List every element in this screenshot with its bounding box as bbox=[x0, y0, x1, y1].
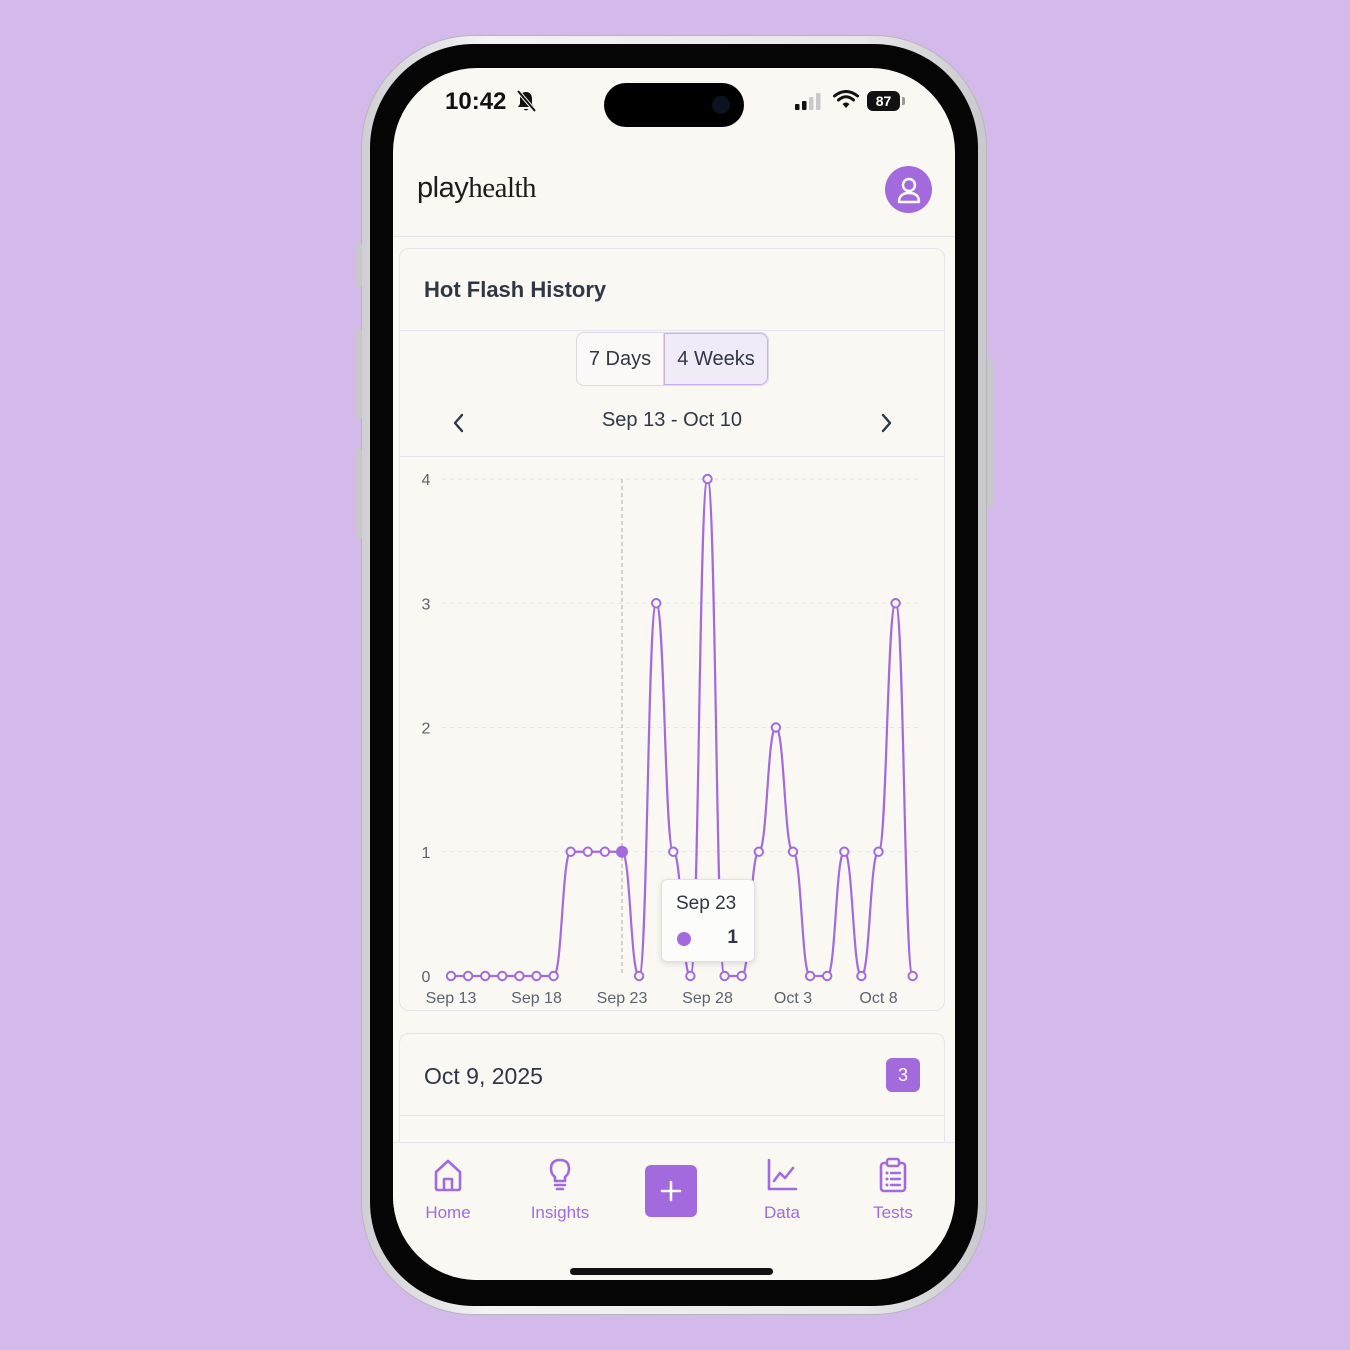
tab-home[interactable]: Home bbox=[393, 1157, 503, 1223]
y-tick-label: 0 bbox=[422, 969, 431, 986]
tooltip-date: Sep 23 bbox=[676, 893, 737, 914]
hot-flash-history-card: Hot Flash History 7 Days 4 Weeks Sep 13 … bbox=[399, 248, 945, 1011]
status-time: 10:42 bbox=[445, 88, 507, 115]
tab-insights[interactable]: Insights bbox=[505, 1157, 615, 1223]
data-point bbox=[480, 970, 491, 982]
tab-tests[interactable]: Tests bbox=[838, 1157, 948, 1223]
range-7-days-button[interactable]: 7 Days bbox=[577, 333, 664, 385]
tooltip-value: 1 bbox=[727, 927, 738, 948]
header-divider bbox=[393, 236, 955, 237]
screen: 10:42 87 playhealth Hot Flash History 7 … bbox=[393, 68, 955, 1280]
data-point bbox=[565, 846, 576, 857]
x-tick-label: Sep 18 bbox=[511, 990, 562, 1007]
data-point bbox=[633, 970, 645, 982]
data-point bbox=[822, 970, 833, 982]
data-point bbox=[514, 970, 525, 982]
x-tick-label: Oct 8 bbox=[859, 990, 897, 1007]
tab-home-label: Home bbox=[425, 1203, 471, 1222]
data-point bbox=[668, 846, 679, 857]
chart-tooltip: Sep 23 1 bbox=[661, 879, 755, 962]
app-logo: playhealth bbox=[417, 172, 537, 204]
day-entry-date: Oct 9, 2025 bbox=[424, 1063, 543, 1089]
lightbulb-icon bbox=[549, 1158, 571, 1191]
range-4-weeks-button[interactable]: 4 Weeks bbox=[664, 333, 768, 385]
data-point bbox=[445, 970, 457, 982]
card-divider bbox=[400, 1115, 944, 1116]
tab-insights-label: Insights bbox=[530, 1203, 590, 1222]
tab-data-label: Data bbox=[764, 1203, 800, 1222]
x-tick-label: Sep 28 bbox=[682, 990, 733, 1007]
home-icon bbox=[434, 1159, 462, 1192]
plus-icon bbox=[660, 1180, 682, 1202]
y-tick-label: 3 bbox=[422, 596, 431, 613]
range-segmented-control: 7 Days 4 Weeks bbox=[576, 332, 769, 386]
data-point bbox=[736, 970, 747, 982]
data-point bbox=[890, 598, 901, 609]
home-indicator bbox=[570, 1268, 773, 1275]
power-button bbox=[987, 358, 994, 508]
x-tick-label: Sep 13 bbox=[426, 990, 477, 1007]
data-point bbox=[651, 598, 662, 609]
x-tick-label: Oct 3 bbox=[774, 990, 812, 1007]
tab-data[interactable]: Data bbox=[727, 1157, 837, 1223]
data-point bbox=[702, 473, 713, 485]
chevron-right-icon[interactable] bbox=[874, 411, 898, 435]
data-point bbox=[873, 846, 884, 857]
bell-slash-icon bbox=[516, 89, 537, 113]
battery-level: 87 bbox=[867, 91, 900, 111]
date-range-label: Sep 13 - Oct 10 bbox=[601, 409, 743, 431]
data-point bbox=[753, 846, 764, 857]
x-tick-label: Sep 23 bbox=[597, 990, 648, 1007]
cellular-signal-icon bbox=[795, 93, 821, 110]
data-point bbox=[787, 846, 799, 857]
y-tick-label: 4 bbox=[422, 472, 431, 489]
data-point bbox=[462, 970, 474, 982]
data-point bbox=[839, 846, 850, 857]
chart-icon bbox=[767, 1158, 798, 1191]
add-entry-button[interactable] bbox=[645, 1165, 697, 1217]
data-point bbox=[497, 970, 508, 982]
count-badge: 3 bbox=[886, 1058, 920, 1092]
data-point bbox=[548, 970, 559, 982]
data-point bbox=[582, 846, 594, 857]
profile-button[interactable] bbox=[885, 166, 932, 213]
data-point bbox=[770, 722, 782, 733]
wifi-icon bbox=[833, 90, 859, 108]
bottom-tab-bar: Home Insights Data Tests bbox=[393, 1142, 955, 1280]
battery-icon: 87 bbox=[867, 91, 907, 111]
data-point bbox=[856, 970, 867, 982]
clipboard-icon bbox=[879, 1157, 907, 1193]
data-point bbox=[804, 970, 816, 982]
volume-up-button bbox=[355, 328, 362, 420]
dynamic-island bbox=[604, 83, 744, 127]
data-point bbox=[531, 970, 542, 982]
data-point bbox=[685, 970, 696, 982]
card-divider bbox=[400, 330, 944, 331]
data-point bbox=[719, 970, 730, 982]
volume-down-button bbox=[355, 448, 362, 540]
y-tick-label: 2 bbox=[422, 721, 431, 738]
y-tick-label: 1 bbox=[422, 845, 431, 862]
data-point bbox=[599, 846, 611, 857]
action-button bbox=[355, 242, 362, 288]
user-icon bbox=[897, 177, 920, 203]
card-title: Hot Flash History bbox=[424, 277, 607, 302]
tab-tests-label: Tests bbox=[873, 1203, 913, 1222]
data-point bbox=[907, 970, 918, 982]
data-point bbox=[616, 845, 628, 858]
tooltip-series-dot bbox=[677, 932, 691, 946]
